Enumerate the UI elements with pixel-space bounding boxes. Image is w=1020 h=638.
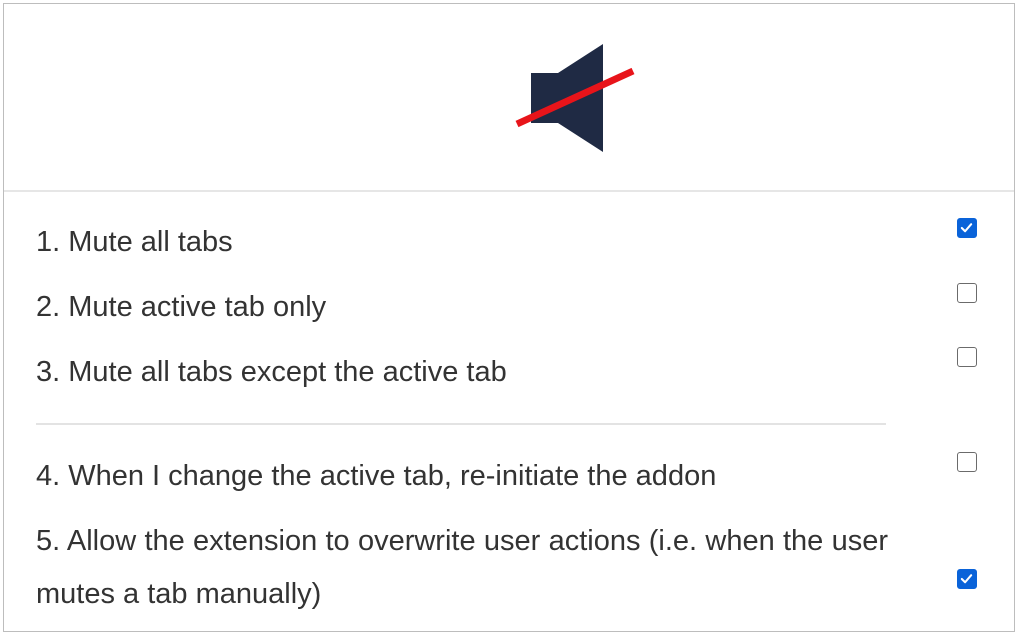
option-mute-active-tab-label: 2. Mute active tab only: [36, 291, 327, 323]
option-mute-active-tab-checkbox[interactable]: [957, 283, 977, 303]
option-mute-all-tabs-label: 1. Mute all tabs: [36, 226, 233, 258]
section-divider: [36, 423, 886, 425]
option-reinitiate-label: 4. When I change the active tab, re-init…: [36, 460, 717, 492]
option-reinitiate-checkbox[interactable]: [957, 452, 977, 472]
option-mute-except-active-checkbox[interactable]: [957, 347, 977, 367]
checkmark-icon: [960, 223, 973, 233]
option-mute-except-active-label: 3. Mute all tabs except the active tab: [36, 356, 507, 388]
panel-header: [4, 4, 1014, 192]
option-overwrite-user-actions-label: 5. Allow the extension to overwrite user…: [36, 525, 888, 610]
settings-panel: 1. Mute all tabs 2. Mute active tab only…: [3, 3, 1015, 632]
speaker-muted-icon: [515, 44, 635, 152]
checkmark-icon: [960, 574, 973, 584]
option-mute-all-tabs-checkbox[interactable]: [957, 218, 977, 238]
option-overwrite-user-actions-checkbox[interactable]: [957, 569, 977, 589]
